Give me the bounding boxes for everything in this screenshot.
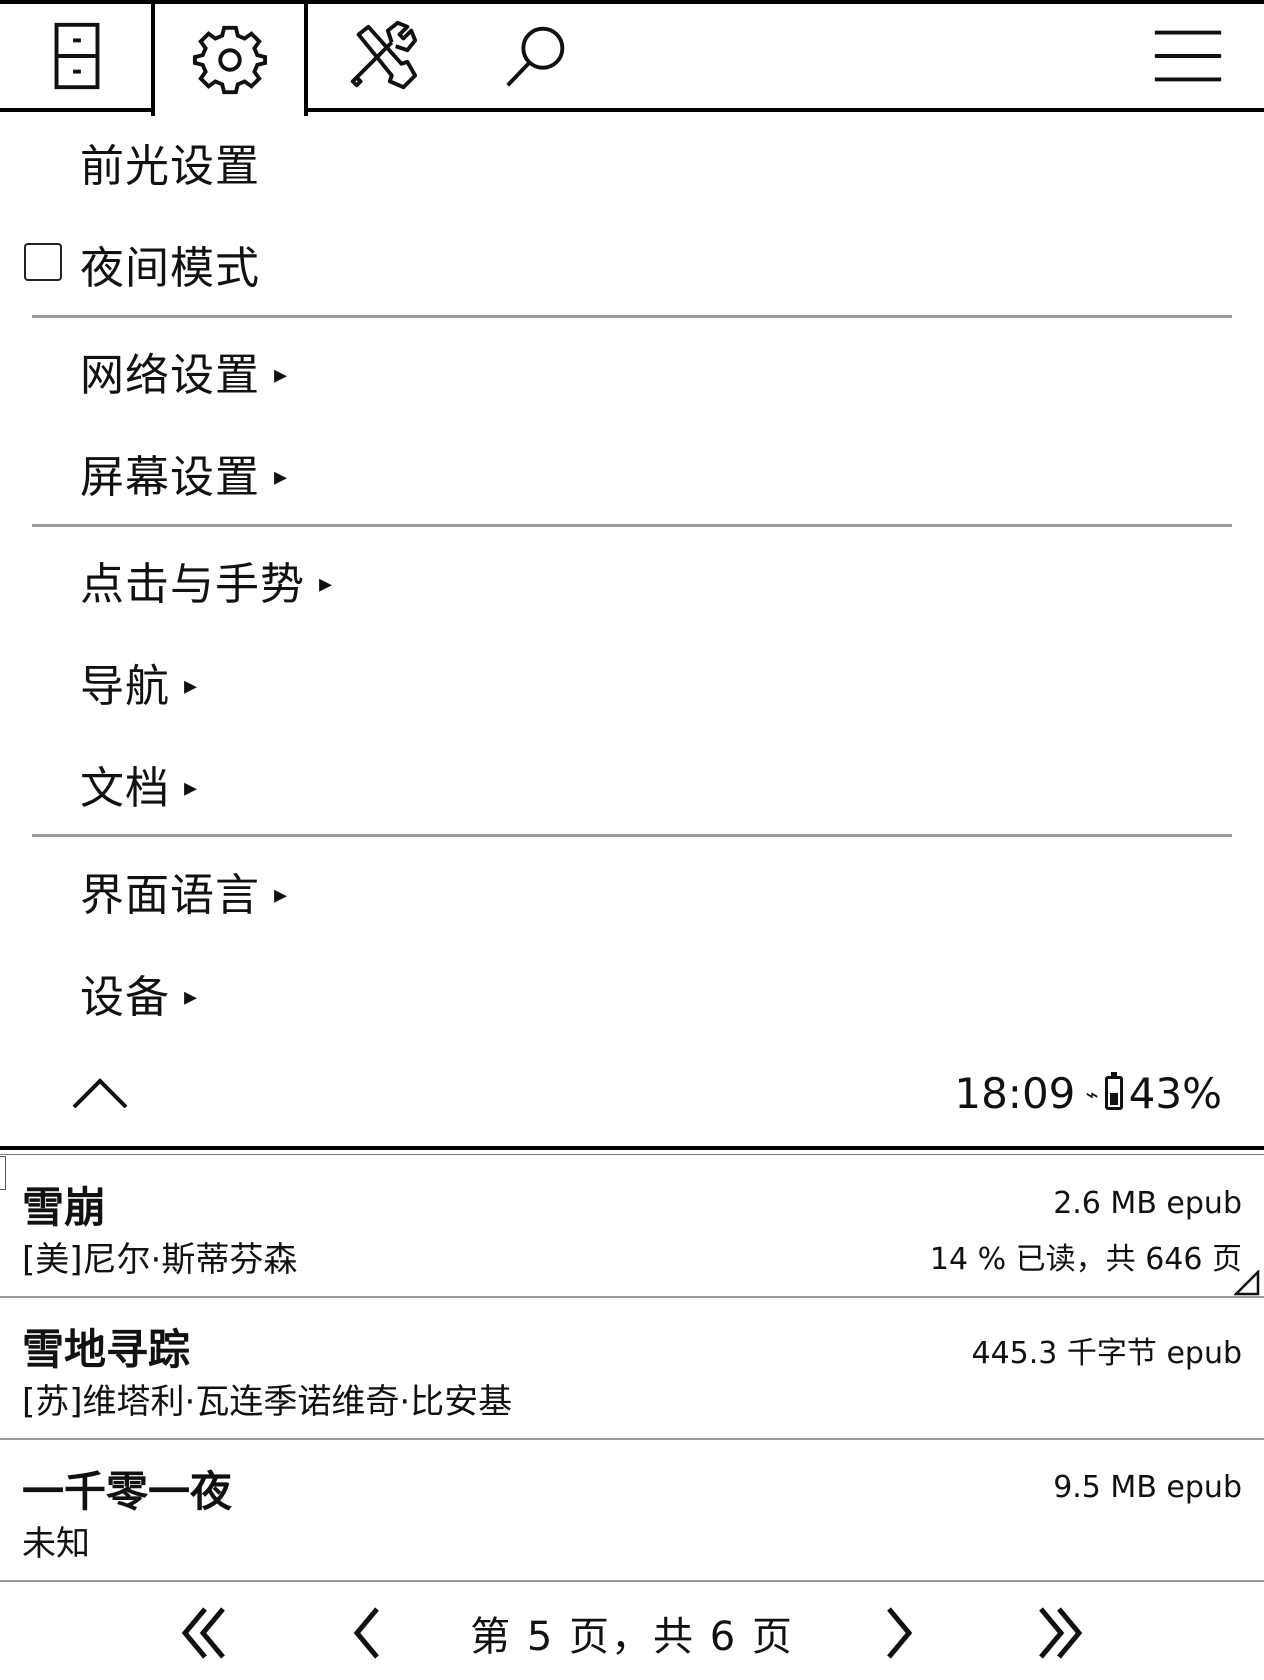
menu-item-frontlight[interactable]: 前光设置 <box>80 127 260 197</box>
wifi-icon: ⌁ <box>1085 1082 1099 1108</box>
menu-item-screen[interactable]: 屏幕设置 ▸ <box>80 438 288 508</box>
submenu-arrow-icon: ▸ <box>184 982 199 1012</box>
submenu-arrow-icon: ▸ <box>274 462 289 492</box>
tab-search[interactable] <box>460 0 613 112</box>
tab-tools[interactable] <box>305 0 458 112</box>
menu-divider <box>32 315 1232 318</box>
list-top-border <box>0 1146 1264 1150</box>
search-icon <box>505 26 564 87</box>
book-author: 未知 <box>22 1524 90 1564</box>
book-title: 雪崩 <box>22 1183 107 1232</box>
menu-item-network[interactable]: 网络设置 ▸ <box>80 336 288 406</box>
menu-item-device[interactable]: 设备 ▸ <box>80 958 198 1028</box>
hamburger-menu-button[interactable] <box>1111 0 1264 112</box>
book-title: 雪地寻踪 <box>22 1325 191 1374</box>
list-item[interactable]: 雪崩 [美]尼尔·斯蒂芬森 2.6 MB epub 14 % 已读，共 646 … <box>0 1166 1264 1296</box>
menu-item-label: 设备 <box>80 972 170 1023</box>
row-divider <box>0 1580 1264 1582</box>
row-divider <box>0 1296 1264 1298</box>
dogear-icon <box>1234 1270 1260 1296</box>
list-item[interactable]: 一千零一夜 未知 9.5 MB epub <box>0 1450 1264 1580</box>
chevron-up-icon <box>72 1078 128 1109</box>
book-title: 一千零一夜 <box>22 1467 233 1516</box>
hamburger-menu-icon <box>1154 30 1221 82</box>
chevron-right-icon <box>887 1607 913 1659</box>
book-meta: 9.5 MB epub <box>1053 1470 1242 1505</box>
tab-settings[interactable] <box>151 0 308 116</box>
file-browser-icon <box>54 22 99 90</box>
book-author: [美]尼尔·斯蒂芬森 <box>22 1240 298 1280</box>
submenu-arrow-icon: ▸ <box>274 360 289 390</box>
submenu-arrow-icon: ▸ <box>319 569 334 599</box>
list-top-border-inner <box>0 1154 1264 1155</box>
tab-file-browser[interactable] <box>0 0 153 112</box>
book-meta: 445.3 千字节 epub <box>971 1336 1242 1371</box>
menu-item-label: 屏幕设置 <box>80 452 260 503</box>
menu-item-night-mode[interactable]: 夜间模式 <box>80 229 260 299</box>
submenu-arrow-icon: ▸ <box>184 671 199 701</box>
pagination-bar: 第 5 页，共 6 页 <box>0 1600 1264 1666</box>
battery-percent: 43% <box>1128 1068 1222 1118</box>
list-item[interactable]: 雪地寻踪 [苏]维塔利·瓦连季诺维奇·比安基 445.3 千字节 epub <box>0 1308 1264 1438</box>
menu-item-label: 点击与手势 <box>80 559 305 610</box>
menu-item-navigation[interactable]: 导航 ▸ <box>80 647 198 717</box>
tools-icon <box>350 20 417 90</box>
menu-item-label: 导航 <box>80 661 170 712</box>
submenu-arrow-icon: ▸ <box>274 880 289 910</box>
status-bar: 18:09 ⌁ 43% <box>954 1066 1222 1120</box>
book-progress: 14 % 已读，共 646 页 <box>929 1242 1242 1277</box>
battery-icon <box>1104 1072 1123 1110</box>
gear-icon <box>192 25 267 95</box>
next-page-button[interactable] <box>864 1600 934 1666</box>
book-meta: 2.6 MB epub <box>1053 1186 1242 1221</box>
menu-item-label: 前光设置 <box>80 141 260 192</box>
menu-item-label: 夜间模式 <box>80 243 260 294</box>
menu-item-language[interactable]: 界面语言 ▸ <box>80 856 288 926</box>
night-mode-checkbox[interactable] <box>24 243 62 281</box>
top-tab-bar <box>0 0 1264 116</box>
menu-item-label: 界面语言 <box>80 870 260 921</box>
clock: 18:09 <box>954 1068 1076 1118</box>
row-divider <box>0 1438 1264 1440</box>
book-author: [苏]维塔利·瓦连季诺维奇·比安基 <box>22 1382 513 1422</box>
collapse-menu-button[interactable] <box>66 1066 134 1120</box>
menu-item-document[interactable]: 文档 ▸ <box>80 749 198 819</box>
menu-item-label: 网络设置 <box>80 350 260 401</box>
menu-divider <box>32 524 1232 527</box>
battery-fill <box>1109 1092 1118 1105</box>
double-chevron-right-icon <box>1039 1607 1083 1659</box>
last-page-button[interactable] <box>1022 1600 1092 1666</box>
menu-item-taps-gestures[interactable]: 点击与手势 ▸ <box>80 545 333 615</box>
menu-divider <box>32 834 1232 837</box>
submenu-arrow-icon: ▸ <box>184 773 199 803</box>
menu-item-label: 文档 <box>80 763 170 814</box>
